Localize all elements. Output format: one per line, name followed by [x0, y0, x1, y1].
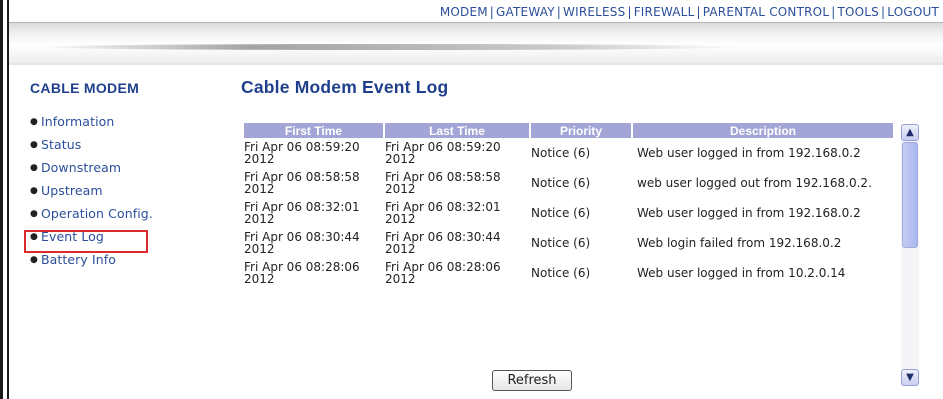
top-navigation: MODEM | GATEWAY | WIRELESS | FIREWALL | PARENTAL…	[9, 0, 943, 22]
first-time-cell: Fri Apr 06 08:32:01 2012	[244, 200, 360, 226]
table-row: Fri Apr 06 08:32:01 2012 Fri Apr 06 08:3…	[244, 198, 893, 228]
page-frame: MODEM | GATEWAY | WIRELESS | FIREWALL | PARENTAL…	[0, 0, 943, 399]
bullet-icon: ●	[30, 140, 38, 150]
description-cell: Web user logged in from 192.168.0.2	[637, 206, 861, 220]
column-header-priority: Priority	[531, 123, 631, 138]
description-cell: Web user logged in from 10.2.0.14	[637, 266, 846, 280]
bullet-icon: ●	[30, 186, 38, 196]
column-header-last-time: Last Time	[385, 123, 529, 138]
first-time-cell: Fri Apr 06 08:59:20 2012	[244, 140, 360, 166]
priority-cell: Notice (6)	[531, 206, 591, 220]
nav-link-parental-control[interactable]: PARENTAL CONTROL	[703, 5, 829, 19]
nav-link-logout[interactable]: LOGOUT	[887, 5, 939, 19]
event-log-highlight	[24, 230, 148, 253]
sidebar-item-label: Downstream	[40, 160, 122, 175]
last-time-cell: Fri Apr 06 08:32:01 2012	[385, 200, 501, 226]
nav-separator: |	[696, 5, 701, 19]
first-time-cell: Fri Apr 06 08:30:44 2012	[244, 230, 360, 256]
first-time-cell: Fri Apr 06 08:28:06 2012	[244, 260, 360, 286]
sidebar-item-label: Status	[40, 137, 82, 152]
refresh-button[interactable]: Refresh	[492, 370, 572, 391]
sidebar-item-information[interactable]: ● Information	[30, 114, 220, 137]
first-time-cell: Fri Apr 06 08:58:58 2012	[244, 170, 360, 196]
event-log-table: First Time Last Time Priority Descriptio…	[242, 123, 895, 288]
banner-bottom-line	[9, 63, 943, 65]
nav-separator: |	[880, 5, 886, 19]
nav-link-tools[interactable]: TOOLS	[837, 5, 879, 19]
priority-cell: Notice (6)	[531, 266, 591, 280]
scrollbar-thumb[interactable]	[902, 142, 918, 248]
sidebar-item-battery-info[interactable]: ● Battery Info	[30, 252, 220, 275]
column-header-first-time: First Time	[244, 123, 383, 138]
priority-cell: Notice (6)	[531, 176, 591, 190]
chevron-down-icon[interactable]: ▼	[901, 369, 919, 386]
description-cell: Web user logged in from 192.168.0.2	[637, 146, 861, 160]
sidebar-item-downstream[interactable]: ● Downstream	[30, 160, 220, 183]
sidebar-item-upstream[interactable]: ● Upstream	[30, 183, 220, 206]
table-row: Fri Apr 06 08:59:20 2012 Fri Apr 06 08:5…	[244, 138, 893, 168]
nav-separator: |	[556, 5, 562, 19]
priority-cell: Notice (6)	[531, 146, 591, 160]
table-header-row: First Time Last Time Priority Descriptio…	[244, 123, 893, 138]
bullet-icon: ●	[30, 163, 38, 173]
vertical-scrollbar[interactable]: ▲ ▼	[901, 124, 919, 386]
nav-separator: |	[489, 5, 495, 19]
sidebar-item-label: Information	[40, 114, 115, 129]
table-row: Fri Apr 06 08:30:44 2012 Fri Apr 06 08:3…	[244, 228, 893, 258]
table-row: Fri Apr 06 08:28:06 2012 Fri Apr 06 08:2…	[244, 258, 893, 288]
nav-link-wireless[interactable]: WIRELESS	[563, 5, 625, 19]
last-time-cell: Fri Apr 06 08:58:58 2012	[385, 170, 501, 196]
sidebar-item-status[interactable]: ● Status	[30, 137, 220, 160]
top-nav-links: MODEM | GATEWAY | WIRELESS | FIREWALL | PARENTAL…	[440, 5, 939, 19]
bullet-icon: ●	[30, 117, 38, 127]
table-row: Fri Apr 06 08:58:58 2012 Fri Apr 06 08:5…	[244, 168, 893, 198]
last-time-cell: Fri Apr 06 08:30:44 2012	[385, 230, 501, 256]
sidebar-item-label: Upstream	[40, 183, 103, 198]
sidebar-item-label: Operation Config.	[40, 206, 153, 221]
last-time-cell: Fri Apr 06 08:59:20 2012	[385, 140, 501, 166]
description-cell: Web login failed from 192.168.0.2	[637, 236, 842, 250]
priority-cell: Notice (6)	[531, 236, 591, 250]
description-cell: web user logged out from 192.168.0.2.	[637, 176, 872, 190]
sidebar-item-label: Battery Info	[40, 252, 117, 267]
nav-link-modem[interactable]: MODEM	[440, 5, 488, 19]
last-time-cell: Fri Apr 06 08:28:06 2012	[385, 260, 501, 286]
column-header-description: Description	[633, 123, 893, 138]
nav-separator: |	[627, 5, 632, 19]
nav-link-firewall[interactable]: FIREWALL	[634, 5, 695, 19]
bullet-icon: ●	[30, 255, 38, 265]
chevron-up-icon[interactable]: ▲	[901, 124, 919, 141]
banner-swoosh	[40, 44, 740, 50]
sidebar-item-operation-config[interactable]: ● Operation Config.	[30, 206, 220, 229]
page-title: Cable Modem Event Log	[241, 77, 449, 97]
nav-link-gateway[interactable]: GATEWAY	[496, 5, 555, 19]
bullet-icon: ●	[30, 209, 38, 219]
nav-separator: |	[831, 5, 836, 19]
sidebar-title: CABLE MODEM	[30, 80, 140, 96]
header-banner	[9, 22, 943, 64]
banner-top-line	[9, 22, 943, 23]
